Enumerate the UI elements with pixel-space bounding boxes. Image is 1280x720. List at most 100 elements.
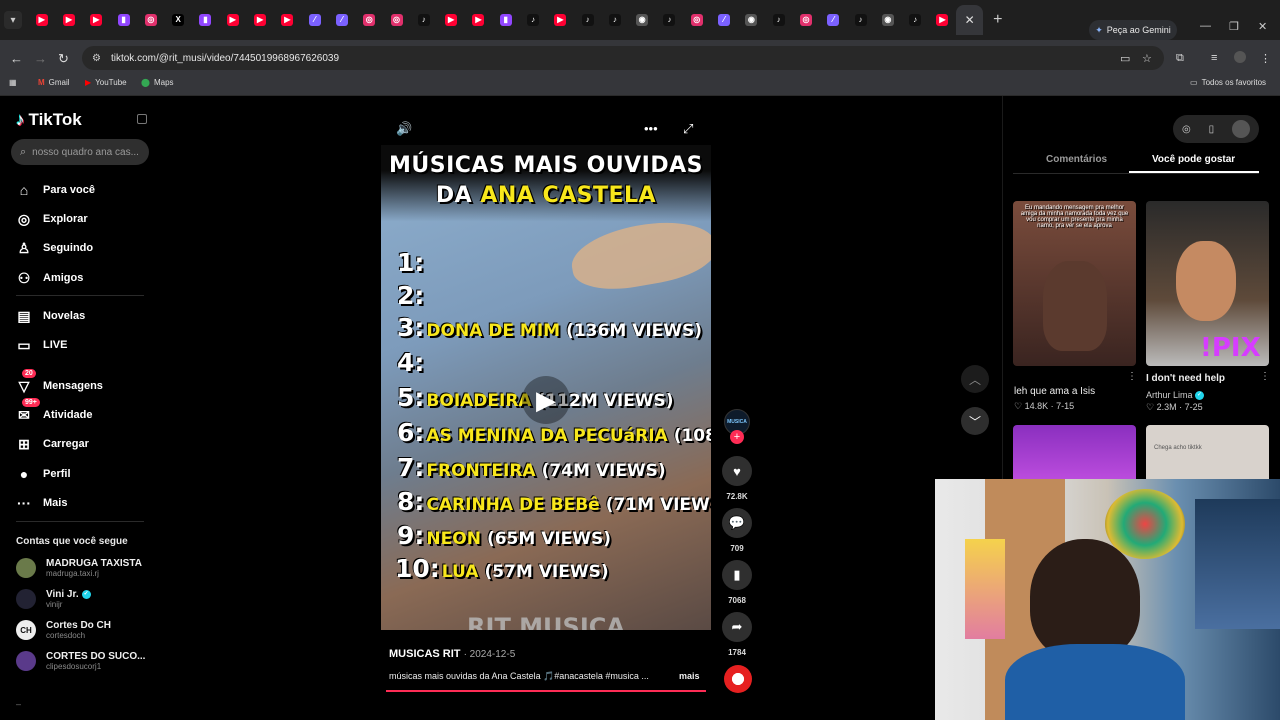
browser-tab[interactable]: ♪ [519,5,546,35]
like-button[interactable]: ♥ [722,456,752,486]
card-more-icon[interactable]: ⋮ [1260,371,1270,382]
browser-tab[interactable]: ◎ [356,5,383,35]
following-account[interactable]: CORTES DO SUCO... clipesdosucorj1 [16,651,145,671]
install-app-icon[interactable]: ▭ [1120,52,1130,65]
apps-grid-icon[interactable]: ▦ [9,78,17,87]
browser-tab[interactable]: ▶ [465,5,492,35]
maximize-button[interactable]: ❐ [1229,20,1239,33]
forward-button[interactable]: → [34,51,47,66]
fullscreen-icon[interactable]: ⤢ [683,121,693,137]
search-input[interactable]: ⌕ nosso quadro ana cas... [11,139,149,165]
tab-comments[interactable]: Comentários [1046,154,1107,165]
reload-button[interactable]: ↻ [58,51,69,67]
sidebar-item-perfil[interactable]: ● Perfil [16,466,71,482]
sidebar-item-para-voc-[interactable]: ⌂ Para você [16,182,95,198]
bookmark-gmail[interactable]: M Gmail [38,78,70,87]
media-control-icon[interactable]: ≡ [1211,52,1217,64]
share-button[interactable]: ➦ [722,612,752,642]
user-avatar[interactable] [1232,120,1251,138]
sidebar-item-atividade[interactable]: ✉ 99+ Atividade [16,398,93,423]
suggested-video-thumbnail[interactable]: !PIX [1146,201,1269,366]
browser-tab[interactable]: ♪ [601,5,628,35]
tab-search-dropdown[interactable]: ▾ [4,11,22,29]
browser-tab[interactable]: ⁄ [301,5,328,35]
browser-tab[interactable]: ▮ [492,5,519,35]
minimize-button[interactable]: — [1200,20,1211,32]
suggested-video-caption[interactable]: leh que ama a Isis [1014,386,1132,397]
browser-tab[interactable]: ▶ [547,5,574,35]
bookmark-maps[interactable]: ⬤ Maps [141,78,174,87]
sidebar-item-live[interactable]: ▭ LIVE [16,337,67,353]
browser-tab[interactable]: ▶ [219,5,246,35]
profile-avatar[interactable] [1234,51,1246,63]
extensions-icon[interactable]: ⧉ [1176,52,1184,65]
url-text[interactable]: tiktok.com/@rit_musi/video/7445019968967… [111,53,339,64]
browser-tab[interactable]: ♪ [574,5,601,35]
video-more-options-icon[interactable]: ••• [644,121,658,136]
new-tab-button[interactable]: + [993,11,1002,29]
browser-tab[interactable]: ⁄ [820,5,847,35]
sidebar-item-amigos[interactable]: ⚇ Amigos [16,270,84,286]
browser-tab[interactable]: ♪ [410,5,437,35]
browser-tab[interactable]: ♪ [847,5,874,35]
browser-menu-icon[interactable]: ⋮ [1260,52,1271,65]
browser-tab[interactable]: ▶ [437,5,464,35]
following-account[interactable]: MADRUGA TAXISTA madruga.taxi.rj [16,558,142,578]
video-progress-bar[interactable] [386,690,706,692]
suggested-video-thumbnail[interactable]: Eu mandando mensagem pra melhor amiga da… [1013,201,1136,366]
browser-tab[interactable]: ◎ [137,5,164,35]
active-tab[interactable]: ✕ [956,5,984,35]
collapse-sidebar-icon[interactable] [137,114,147,124]
music-disc-icon[interactable] [724,665,752,693]
following-account[interactable]: Vini Jr. ✓ vinijr [16,589,91,609]
tab-you-may-like[interactable]: Você pode gostar [1152,154,1235,165]
sidebar-item-novelas[interactable]: ▤ Novelas [16,308,85,324]
close-tab-icon[interactable]: ✕ [965,13,975,27]
browser-tab[interactable]: ▶ [929,5,956,35]
save-button[interactable]: ▮ [722,560,752,590]
video-author[interactable]: MUSICAS RIT [389,648,461,660]
browser-tab[interactable]: ▶ [274,5,301,35]
bookmark-star-icon[interactable]: ☆ [1142,52,1152,65]
back-button[interactable]: ← [10,51,23,66]
browser-tab[interactable]: ♪ [765,5,792,35]
phone-icon[interactable]: ▯ [1209,124,1215,135]
browser-tab[interactable]: ◎ [383,5,410,35]
sidebar-item-carregar[interactable]: ⊞ Carregar [16,436,89,452]
browser-tab[interactable]: ▶ [246,5,273,35]
browser-tab[interactable]: ♪ [902,5,929,35]
sidebar-item-mais[interactable]: ··· Mais [16,495,67,511]
browser-tab[interactable]: ◉ [874,5,901,35]
browser-tab[interactable]: ◎ [683,5,710,35]
sidebar-item-mensagens[interactable]: ▽ 20 Mensagens [16,369,103,394]
close-window-button[interactable]: ✕ [1258,20,1267,33]
play-icon[interactable]: ▶ [522,376,570,424]
tiktok-logo[interactable]: ♪ TikTok [16,110,82,130]
browser-tab[interactable]: ⁄ [328,5,355,35]
site-info-icon[interactable]: ⚙ [92,53,101,64]
bookmark-youtube[interactable]: ▶ YouTube [85,78,127,87]
comment-button[interactable]: 💬 [722,508,752,538]
browser-tab[interactable]: X [164,5,191,35]
suggested-video-caption[interactable]: I don't need help [1146,373,1264,384]
suggested-video-author[interactable]: Arthur Lima ✓ [1146,390,1205,401]
browser-tab[interactable]: ◉ [738,5,765,35]
next-video-button[interactable]: ﹀ [961,407,989,435]
card-more-icon[interactable]: ⋮ [1127,371,1137,382]
browser-tab[interactable]: ◉ [629,5,656,35]
following-account[interactable]: CH Cortes Do CH cortesdoch [16,620,111,640]
coin-icon[interactable]: ◎ [1182,124,1191,135]
gemini-button[interactable]: ✦ Peça ao Gemini [1089,20,1177,40]
volume-icon[interactable]: 🔊 [396,121,412,137]
browser-tab[interactable]: ▮ [110,5,137,35]
browser-tab[interactable]: ♪ [656,5,683,35]
sidebar-item-explorar[interactable]: ◎ Explorar [16,211,88,227]
sidebar-more-following[interactable]: – [16,699,21,709]
sidebar-item-seguindo[interactable]: ♙ Seguindo [16,240,93,256]
browser-tab[interactable]: ◎ [792,5,819,35]
suggested-video-thumbnail[interactable] [1013,425,1136,485]
address-bar[interactable]: ⚙ tiktok.com/@rit_musi/video/74450199689… [82,46,1164,70]
previous-video-button[interactable]: ︿ [961,365,989,393]
browser-tab[interactable]: ▶ [83,5,110,35]
all-bookmarks[interactable]: ▭ Todos os favoritos [1190,78,1266,87]
